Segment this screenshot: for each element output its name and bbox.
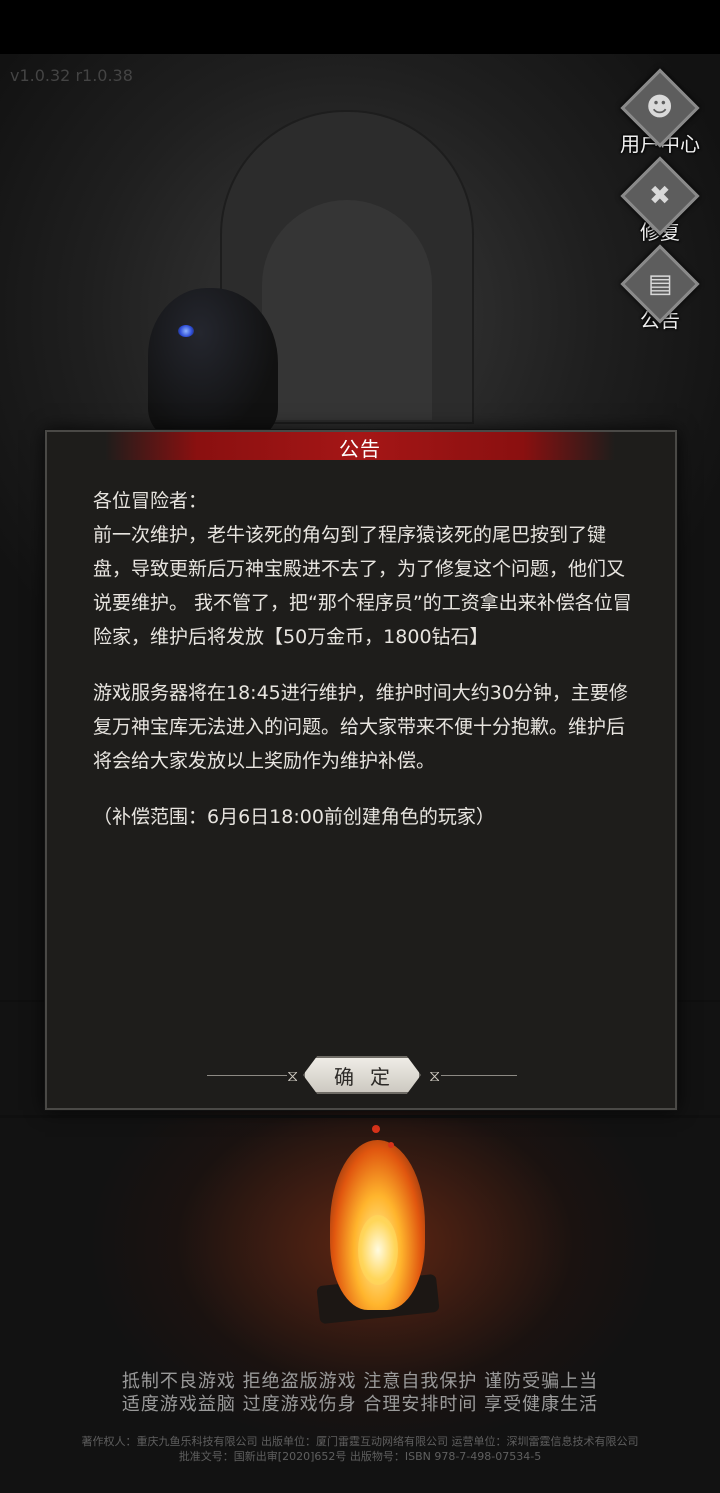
announcement-paragraph: 前一次维护，老牛该死的角勾到了程序猿该死的尾巴按到了键盘，导致更新后万神宝殿进不… <box>93 524 632 648</box>
compensation-note: （补偿范围：6月6日18:00前创建角色的玩家） <box>93 806 495 828</box>
announcement-greeting: 各位冒险者： <box>93 490 208 512</box>
repair-button[interactable]: ✖ 修复 <box>614 156 706 245</box>
dialog-title-bar: 公告 <box>105 432 615 461</box>
announcement-dialog: 公告 各位冒险者： 前一次维护，老牛该死的角勾到了程序猿该死的尾巴按到了键盘，导… <box>45 430 677 1110</box>
fire-spark <box>388 1142 394 1148</box>
decor-line-left <box>207 1075 287 1076</box>
copyright-line: 批准文号：国新出审[2020]652号 出版物号：ISBN 978-7-498-… <box>178 1450 542 1463</box>
bowtie-ornament-icon: ⧖ <box>287 1066 299 1085</box>
background-wall-line <box>0 1115 720 1118</box>
notice-button[interactable]: ▤ 公告 <box>614 244 706 333</box>
knight-character <box>148 288 278 438</box>
bowtie-ornament-icon: ⧖ <box>429 1066 441 1085</box>
announcement-paragraph: 游戏服务器将在18:45进行维护，维护时间大约30分钟，主要修复万神宝库无法进入… <box>93 682 628 772</box>
health-notice-line: 适度游戏益脑 过度游戏伤身 合理安排时间 享受健康生活 <box>121 1394 599 1415</box>
version-label: v1.0.32 r1.0.38 <box>10 66 133 85</box>
fire-spark <box>372 1125 380 1133</box>
announcement-content: 各位冒险者： 前一次维护，老牛该死的角勾到了程序猿该死的尾巴按到了键盘，导致更新… <box>93 484 633 834</box>
dialog-title: 公告 <box>339 437 381 461</box>
campfire-core <box>358 1215 398 1285</box>
user-center-button[interactable]: ☻ 用户中心 <box>614 68 706 157</box>
game-screen: v1.0.32 r1.0.38 ☻ 用户中心 ✖ 修复 ▤ 公告 公告 各位冒险… <box>0 0 720 1493</box>
background-arch-inner <box>262 200 432 420</box>
knight-glowing-eye <box>178 325 194 337</box>
decor-line-right <box>441 1075 517 1076</box>
confirm-button[interactable]: 确定 <box>303 1056 421 1094</box>
confirm-area: ⧖ 确定 ⧖ <box>207 1054 517 1098</box>
copyright-line: 著作权人：重庆九鱼乐科技有限公司 出版单位：厦门雷霆互动网络有限公司 运营单位：… <box>81 1435 639 1448</box>
status-bar <box>0 0 720 54</box>
